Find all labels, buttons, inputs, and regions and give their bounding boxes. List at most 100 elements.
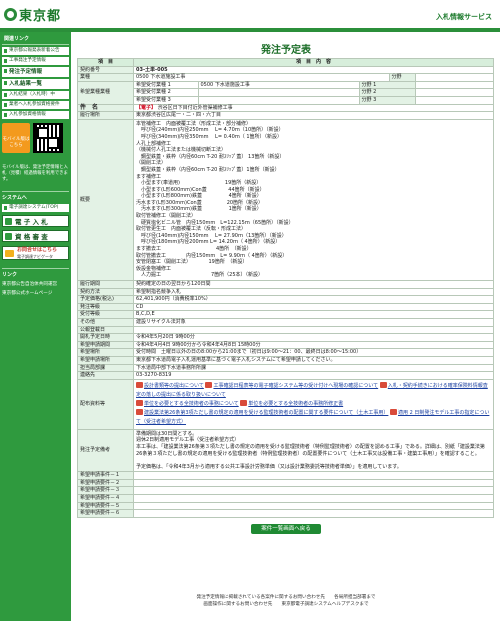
e-bid-button[interactable]: 電 子 入 札 (2, 215, 69, 227)
price-label: 予定価格(税込) (77, 295, 134, 304)
footer-line-2: 画面操作に関するお問い合わせ先 東京都電子調達システムヘルプデスクまで (203, 602, 369, 607)
service-name: 入札情報サービス (436, 13, 492, 21)
apply-place-value: 東京都下水道局電子入札運用基準に基づく電子入札システムにて希望申請してください。 (133, 355, 494, 365)
apply-method-label: 希望場所 (77, 348, 134, 357)
other-value: 建設リサイクル法対象 (133, 317, 494, 327)
sub-label-0: 分野 (388, 74, 416, 81)
back-to-list-button[interactable]: 案件一覧画面へ戻る (251, 523, 321, 534)
header-content: 項 目 内 容 (133, 58, 494, 67)
link-tokyo-official[interactable]: 東京都公式ホームページ (2, 290, 69, 297)
pdf-icon (390, 409, 397, 416)
grade-label: 発注等級 (77, 302, 134, 312)
req-label-2: 希望申請要件－２ (77, 478, 134, 488)
page-header: 東京都 入札情報サービス (0, 0, 500, 28)
inquiry-button[interactable]: お問合せはこちら 電子調達ナビゲータ (2, 246, 69, 260)
order-schedule-table: 項 目 項 目 内 容 契約番号 03-土単-005 業種 0500 下水道施設… (77, 58, 494, 518)
tokyo-logo[interactable]: 東京都 (4, 6, 61, 24)
sidebar-item-bid-results[interactable]: 入札結果一覧 (2, 79, 69, 89)
docs-list: 設計書類等の提出について 工事確認日程表等の電子確認システム等の受け付けへ現場の… (133, 378, 494, 430)
grade-value: CD (133, 302, 494, 312)
sidebar-heading: 関連リンク (2, 32, 69, 45)
req-value-3 (133, 486, 494, 496)
open-label: 開札予定日時 (77, 333, 134, 342)
mobile-note: モバイル版は、発注予定情報と入札（見積）経過情報を利用できます。 (2, 165, 68, 182)
system-heading: システムへ (2, 191, 69, 201)
notes-label: 発注予定備考 (77, 428, 134, 473)
period-label: 履行期間 (77, 280, 134, 289)
notes-value: 準備期間は30日間とする。 週休2日制適用モデル工事（受注者希望方式） 本工事は… (133, 428, 494, 473)
location-label: 履行場所 (77, 111, 134, 120)
contact-value: 03-3270-8319 (133, 371, 494, 380)
link-joint-operation[interactable]: 東京都公告自治体共同運営 (2, 281, 69, 288)
sidebar-item-qualification-info[interactable]: 入札参加資格情報 (2, 111, 69, 119)
sidebar-item-koho[interactable]: 東京都公報発表新着公告 (2, 47, 69, 55)
pub-value (133, 325, 494, 335)
sub-value-0 (415, 74, 493, 81)
subject-text: 渋谷区日下目付近外管渠補修工事 (157, 104, 233, 111)
desired-3: 希望受付業種 3 (134, 95, 199, 104)
req-label-5: 希望申請要件－５ (77, 501, 134, 511)
apply-period-value: 令和4年4月4日 9時00分から令和4年4月8日 15時00分 (133, 340, 494, 350)
dept-label: 担当局部課 (77, 363, 134, 373)
header-item: 項 目 (77, 58, 134, 67)
qualification-button[interactable]: 資 格 審 査 (2, 230, 69, 242)
price-value: 62,401,900円（消費税率10%） (133, 295, 494, 304)
qualification-label: 資 格 審 査 (15, 233, 48, 241)
method-label: 契約方法 (77, 287, 134, 297)
doc-link-1[interactable]: 工事確認日程表等の電子確認システム等の受け付けへ現場の確認について (213, 383, 378, 389)
doc-link-3[interactable]: 単位を必要とする全技術者の事務について (144, 401, 239, 407)
apply-place-label: 希望申請場所 (77, 355, 134, 365)
desired-2: 希望受付業種 2 (134, 88, 199, 97)
doc-link-0[interactable]: 設計書類等の提出について (144, 383, 204, 389)
desired-1-value: 0500 下水道施設工事 (197, 81, 360, 90)
sidebar-item-construction-schedule[interactable]: 工事発注予定情報 (2, 57, 69, 65)
contact-label: 連絡先 (77, 371, 134, 380)
doc-link-5[interactable]: 建設業法第26条第3項ただし書の規定の適用を受ける監理技術者の配置に関する要件に… (144, 410, 388, 416)
inquiry-subtitle: 電子調達ナビゲータ (17, 254, 53, 259)
mobile-badge[interactable]: モバイル版はこちら (2, 123, 30, 153)
req-value-5 (133, 501, 494, 511)
system-top-link[interactable]: 電子調達システム(TOP) (2, 204, 69, 212)
sub-value-2 (414, 88, 493, 97)
open-value: 令和4年5月20日 9時00分 (133, 333, 494, 342)
sidebar-item-order-schedule[interactable]: 発注予定情報 (2, 67, 69, 77)
sidebar: 関連リンク 東京都公報発表新着公告 工事発注予定情報 発注予定情報 入札結果一覧… (0, 32, 71, 621)
inquiry-icon (5, 250, 14, 257)
contract-no-value: 03-土単-005 (133, 65, 494, 75)
req-value-2 (133, 478, 494, 488)
pdf-icon (240, 400, 248, 407)
sub-value-3 (414, 95, 493, 104)
page-title: 発注予定表 (261, 45, 311, 56)
target-label: 受付等級 (77, 310, 134, 319)
req-value-6 (133, 509, 494, 518)
mobile-section: モバイル版はこちら (2, 123, 69, 165)
sidebar-item-bid-results-interim[interactable]: 入札結果（入札時）中 (2, 91, 69, 99)
pdf-icon (136, 409, 143, 416)
e-bid-label: 電 子 入 札 (15, 218, 48, 226)
doc-link-4[interactable]: 単位を必要とする全技術者の事務所修正書 (248, 401, 343, 407)
footer-line-1: 発注予定情報に掲載されている各案件に関するお問い合わせ先 各局所担当部署まで (196, 595, 376, 600)
pdf-icon (205, 382, 213, 389)
main-content: 発注予定表 項 目 項 目 内 容 契約番号 03-土単-005 業種 0500… (77, 32, 495, 534)
apply-method-value: 受付時間 土曜日以外の日の8:00から21:00まで（初日は9:00～21：00… (133, 348, 494, 357)
links-heading: リンク (2, 268, 69, 278)
page-footer: 発注予定情報に掲載されている各案件に関するお問い合わせ先 各局所担当部署まで 画… (77, 594, 495, 608)
req-value-4 (133, 494, 494, 503)
apply-period-label: 希望申請期間 (77, 340, 134, 350)
docs-label: 配布資料等 (77, 378, 134, 430)
subject-tag: 【電子】 (136, 104, 157, 111)
sub-label-3: 分野 3 (358, 95, 416, 104)
summary-value: 本管補修工 内面被覆工法（形成工法・部分補修） 呼び径(240mm)内径250m… (133, 118, 494, 282)
req-label-3: 希望申請要件－３ (77, 486, 134, 496)
sub-label-1: 分野 1 (358, 81, 416, 90)
sub-label-2: 分野 2 (358, 88, 416, 97)
contract-no-label: 契約番号 (77, 65, 134, 75)
e-bid-icon (5, 218, 12, 225)
subject-label: 件 名 (77, 103, 134, 113)
sidebar-item-qualification-requirements[interactable]: 業者ヘ入札参加資格要件 (2, 101, 69, 109)
desired-label: 希望業種業種 (77, 80, 134, 105)
pdf-icon (136, 400, 143, 407)
desired-2-value (197, 88, 360, 97)
inquiry-title: お問合せはこちら (17, 247, 58, 253)
method-value: 希望制指名競争入札 (133, 287, 494, 297)
